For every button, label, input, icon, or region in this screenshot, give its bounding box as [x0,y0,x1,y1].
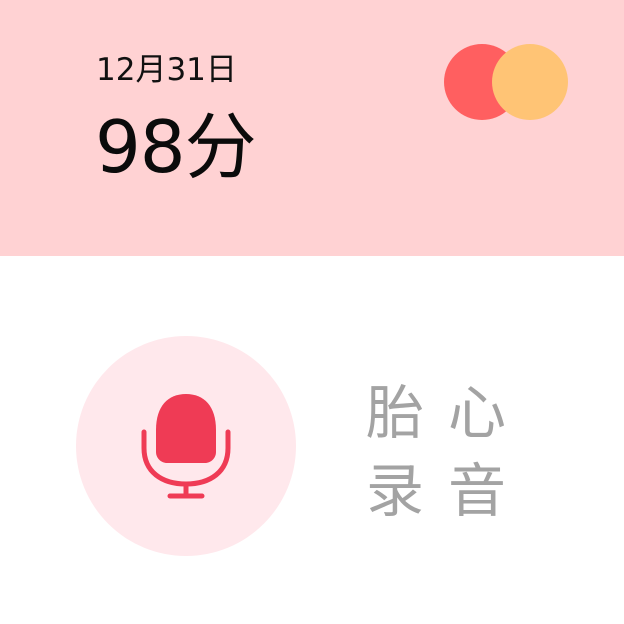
score-text: 98分 [95,105,257,189]
microphone-icon [141,394,231,499]
record-button[interactable] [76,336,296,556]
page: 12月31日 98分 胎 心 录 音 [0,0,624,624]
date-text: 12月31日 [96,52,237,88]
label-char: 录 [365,457,424,525]
logo-orange-circle [492,44,568,120]
label-char: 心 [447,379,506,447]
label-char: 音 [447,457,506,525]
fetal-heart-recording-label: 胎 心 录 音 [360,378,520,538]
header-panel: 12月31日 98分 [0,0,624,256]
label-char: 胎 [365,379,424,447]
mastercard-logo-icon [444,44,568,120]
